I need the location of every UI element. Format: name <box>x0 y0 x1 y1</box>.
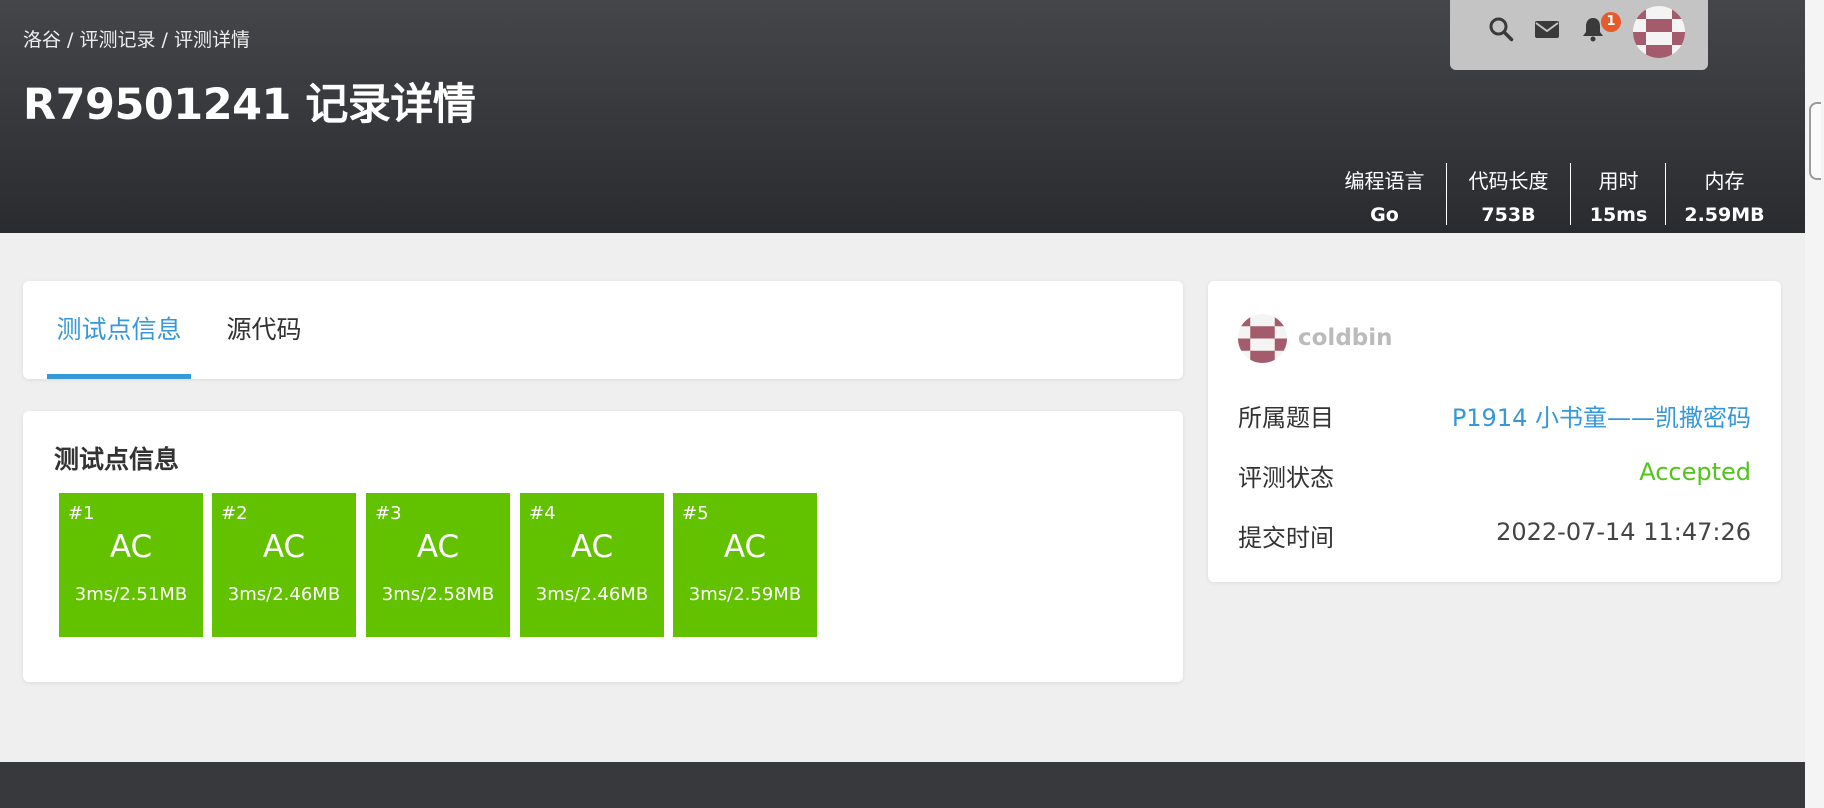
problem-link[interactable]: P1914 小书童——凯撒密码 <box>1452 398 1751 433</box>
judge-status: Accepted <box>1639 458 1751 486</box>
user-menu-bar: 1 <box>1450 0 1708 70</box>
stat-label: 代码长度 <box>1468 169 1549 193</box>
test-case-stats: 3ms/2.51MB <box>74 584 188 605</box>
search-icon[interactable] <box>1488 16 1514 42</box>
page-title: R79501241 记录详情 <box>23 80 476 130</box>
test-case[interactable]: #4 AC 3ms/2.46MB <box>520 493 664 637</box>
username[interactable]: coldbin <box>1298 325 1393 351</box>
page-header: 洛谷 / 评测记录 / 评测详情 R79501241 记录详情 1 编程语言 G… <box>0 0 1805 233</box>
test-case[interactable]: #2 AC 3ms/2.46MB <box>212 493 356 637</box>
breadcrumb-separator: / <box>155 29 174 51</box>
test-case-stats: 3ms/2.59MB <box>688 584 802 605</box>
record-info-card: coldbin 所属题目 P1914 小书童——凯撒密码 评测状态 Accept… <box>1208 281 1781 582</box>
test-cases-card: 测试点信息 #1 AC 3ms/2.51MB #2 AC 3ms/2.46MB … <box>23 411 1183 682</box>
stat-time: 用时 15ms <box>1580 161 1657 226</box>
notification-badge: 1 <box>1601 12 1621 32</box>
submit-time: 2022-07-14 11:47:26 <box>1496 518 1751 546</box>
stat-value: Go <box>1370 204 1399 226</box>
info-label: 所属题目 <box>1238 404 1334 432</box>
stat-label: 编程语言 <box>1344 169 1425 193</box>
test-case-status: AC <box>109 529 153 565</box>
stat-code-length: 代码长度 753B <box>1457 161 1560 226</box>
info-row-problem: 所属题目 P1914 小书童——凯撒密码 <box>1238 398 1751 438</box>
user-avatar[interactable] <box>1238 314 1287 363</box>
test-case[interactable]: #5 AC 3ms/2.59MB <box>673 493 817 637</box>
tabs-card: 测试点信息 源代码 <box>23 281 1183 379</box>
breadcrumb-item-records[interactable]: 评测记录 <box>80 29 156 51</box>
tab-source-code[interactable]: 源代码 <box>226 281 302 379</box>
divider <box>1665 163 1666 225</box>
page-footer <box>0 762 1805 808</box>
test-case-id: #1 <box>68 503 95 524</box>
test-case-status: AC <box>262 529 306 565</box>
mail-icon[interactable] <box>1534 16 1560 42</box>
test-case-status: AC <box>570 529 614 565</box>
stat-memory: 内存 2.59MB <box>1676 161 1773 226</box>
divider <box>1446 163 1447 225</box>
stat-language: 编程语言 Go <box>1333 161 1436 226</box>
breadcrumb: 洛谷 / 评测记录 / 评测详情 <box>23 25 250 52</box>
scrollbar-thumb[interactable] <box>1809 102 1821 180</box>
info-row-submit-time: 提交时间 2022-07-14 11:47:26 <box>1238 518 1751 558</box>
stat-label: 用时 <box>1598 169 1639 193</box>
breadcrumb-separator: / <box>61 29 80 51</box>
scrollbar[interactable] <box>1805 0 1824 808</box>
test-case-status: AC <box>416 529 460 565</box>
info-row-status: 评测状态 Accepted <box>1238 458 1751 498</box>
test-case-stats: 3ms/2.46MB <box>227 584 341 605</box>
user-avatar[interactable] <box>1633 6 1685 58</box>
test-case-id: #4 <box>529 503 556 524</box>
test-case[interactable]: #3 AC 3ms/2.58MB <box>366 493 510 637</box>
info-label: 提交时间 <box>1238 524 1334 552</box>
test-case-id: #2 <box>221 503 248 524</box>
test-case-status: AC <box>723 529 767 565</box>
tab-test-cases[interactable]: 测试点信息 <box>47 281 191 379</box>
test-case-id: #3 <box>375 503 402 524</box>
breadcrumb-item-luogu[interactable]: 洛谷 <box>23 29 61 51</box>
breadcrumb-item-record-detail: 评测详情 <box>174 29 251 51</box>
record-stats: 编程语言 Go 代码长度 753B 用时 15ms 内存 2.59MB <box>0 161 1805 227</box>
divider <box>1570 163 1571 225</box>
test-case-id: #5 <box>682 503 709 524</box>
test-cases-title: 测试点信息 <box>54 445 180 474</box>
stat-label: 内存 <box>1704 169 1745 193</box>
stat-value: 15ms <box>1589 204 1648 226</box>
test-case-stats: 3ms/2.46MB <box>535 584 649 605</box>
test-case-stats: 3ms/2.58MB <box>381 584 495 605</box>
stat-value: 2.59MB <box>1684 204 1765 226</box>
info-label: 评测状态 <box>1238 464 1334 492</box>
stat-value: 753B <box>1481 204 1536 226</box>
test-case[interactable]: #1 AC 3ms/2.51MB <box>59 493 203 637</box>
